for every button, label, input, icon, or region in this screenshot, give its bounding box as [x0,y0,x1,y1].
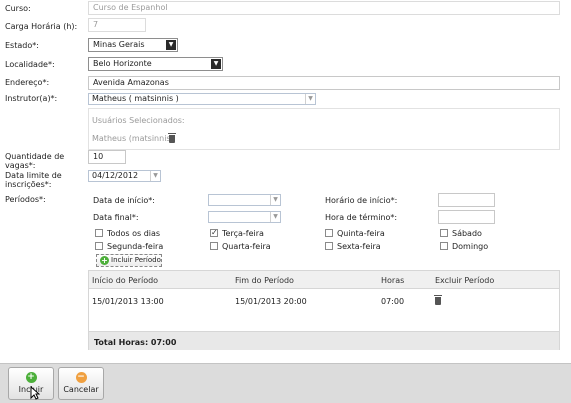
data-final-field[interactable]: ▼ [208,211,281,223]
header-fim: Fim do Período [235,276,294,285]
trash-icon[interactable] [434,295,442,305]
hora-termino-field[interactable] [438,210,495,224]
total-horas: Total Horas: 07:00 [94,338,177,347]
day-label: Terça-feira [222,229,264,238]
day-label: Quarta-feira [222,242,271,251]
dropdown-arrow-icon: ▼ [211,59,221,69]
cancelar-label: Cancelar [63,385,99,394]
day-label: Todos os dias [107,229,161,238]
checkbox-segunda-feira[interactable] [95,242,103,250]
periods-table: Início do Período Fim do Período Horas E… [88,270,560,350]
calendar-dropdown-icon: ▼ [270,212,280,222]
selected-users-box: Usuários Selecionados: Matheus (matsinni… [88,108,560,150]
data-limite-field[interactable]: 04/12/2012 ▼ [88,170,161,182]
label-periodos: Períodos*: [5,195,46,204]
label-carga-horaria: Carga Horária (h): [5,22,78,31]
header-excluir: Excluir Período [435,276,495,285]
calendar-dropdown-icon: ▼ [150,171,160,181]
row-horas: 07:00 [381,297,405,306]
row-fim: 15/01/2013 20:00 [235,297,307,306]
localidade-select[interactable]: Belo Horizonte ▼ [88,57,223,71]
instrutor-value: Matheus ( matsinnis ) [92,94,179,103]
cancel-icon: − [75,372,87,383]
curso-field[interactable]: Curso de Espanhol [88,1,560,15]
incluir-periodo-label: Incluir Período [111,256,161,264]
checkbox-sabado[interactable] [440,229,448,237]
add-icon: + [25,372,37,383]
label-endereco: Endereço*: [5,78,50,87]
label-horario-inicio: Horário de início*: [325,196,398,205]
label-instrutor: Instrutor(a)*: [5,94,58,103]
checkbox-domingo[interactable] [440,242,448,250]
calendar-dropdown-icon: ▼ [270,195,280,205]
label-curso: Curso: [5,4,31,13]
label-data-final: Data final*: [93,213,139,222]
header-horas: Horas [381,276,405,285]
day-label: Segunda-feira [107,242,164,251]
label-estado: Estado*: [5,41,39,50]
instrutor-combo[interactable]: Matheus ( matsinnis ) ▼ [88,93,316,105]
horario-inicio-field[interactable] [438,193,495,207]
carga-horaria-field[interactable]: 7 [88,18,146,32]
checkbox-terca-feira[interactable]: ✓ [210,229,218,237]
data-limite-value: 04/12/2012 [92,171,139,180]
estado-select[interactable]: Minas Gerais ▼ [88,38,178,52]
selected-users-title: Usuários Selecionados: [92,116,185,125]
header-inicio: Início do Período [92,276,159,285]
day-label: Sexta-feira [337,242,381,251]
dropdown-arrow-icon: ▼ [305,94,315,104]
incluir-periodo-button[interactable]: + Incluir Período [96,254,162,267]
add-icon: + [100,256,109,265]
cancelar-button[interactable]: − Cancelar [58,367,104,400]
label-quantidade-vagas: Quantidade de vagas*: [5,152,65,170]
dropdown-arrow-icon: ▼ [166,40,176,50]
label-data-limite: Data limite de inscrições*: [5,171,62,189]
estado-value: Minas Gerais [93,40,145,49]
data-inicio-field[interactable]: ▼ [208,194,281,206]
label-data-inicio: Data de início*: [93,196,155,205]
selected-user-item: Matheus (matsinnis) [92,134,174,143]
mouse-cursor-icon [30,386,40,400]
label-hora-termino: Hora de término*: [325,213,398,222]
day-label: Quinta-feira [337,229,385,238]
row-inicio: 15/01/2013 13:00 [92,297,164,306]
checkbox-todos-os-dias[interactable] [95,229,103,237]
checkbox-quarta-feira[interactable] [210,242,218,250]
endereco-field[interactable]: Avenida Amazonas [88,76,560,90]
quantidade-vagas-field[interactable]: 10 [88,150,126,164]
day-label: Sábado [452,229,482,238]
label-localidade: Localidade*: [5,60,55,69]
trash-icon[interactable] [168,133,176,143]
checkbox-sexta-feira[interactable] [325,242,333,250]
localidade-value: Belo Horizonte [93,59,152,68]
day-label: Domingo [452,242,489,251]
checkbox-quinta-feira[interactable] [325,229,333,237]
